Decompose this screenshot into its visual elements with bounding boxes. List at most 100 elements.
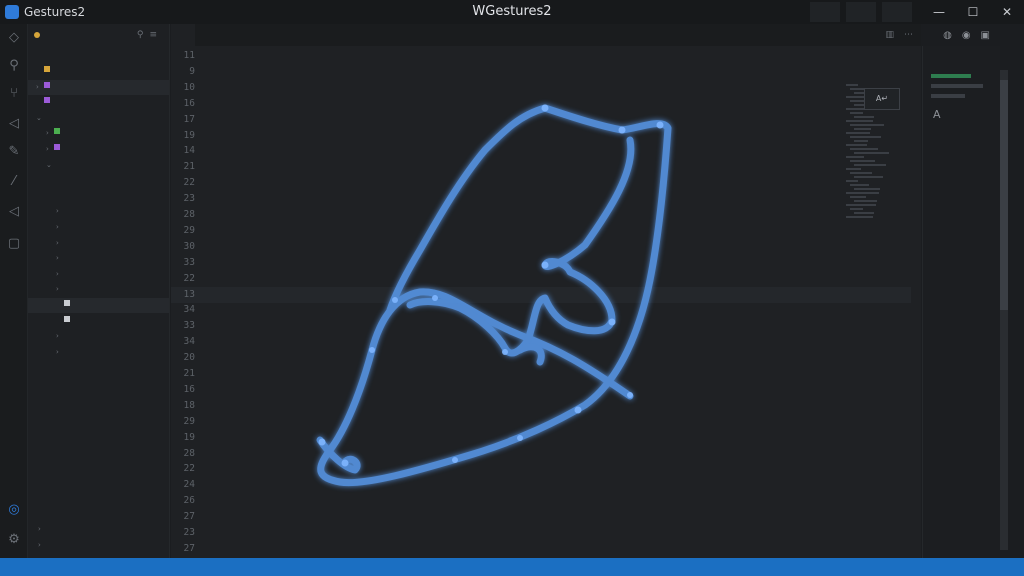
minimap-line — [846, 192, 879, 194]
code-line[interactable]: 19 — [171, 128, 911, 144]
panel-row[interactable] — [931, 74, 971, 78]
tree-item[interactable] — [28, 298, 169, 313]
copilot-icon[interactable]: ◉ — [962, 30, 971, 41]
tree-item[interactable]: › — [28, 126, 169, 141]
line-number: 10 — [183, 81, 195, 93]
tab-3[interactable] — [219, 24, 243, 46]
tree-item[interactable]: › — [28, 267, 169, 282]
code-line[interactable]: 34 — [171, 334, 911, 350]
code-editor[interactable]: 11 9 10 16 17 19 14 21 22 23 28 29 30 33 22 13 34 33 34 20 2… — [171, 46, 921, 558]
code-line[interactable]: 9 — [171, 64, 911, 80]
tree-item[interactable] — [28, 95, 169, 110]
panel-row[interactable] — [931, 84, 983, 88]
chevron-right-icon: › — [56, 285, 59, 294]
code-line[interactable]: 26 — [171, 493, 911, 509]
tree-item[interactable]: › — [28, 220, 169, 235]
tree-item[interactable]: ⌄ — [28, 111, 169, 126]
remote-icon[interactable]: ◁ — [6, 204, 22, 220]
tree-footer-item-2[interactable]: › — [28, 538, 169, 553]
tree-item[interactable] — [28, 173, 169, 188]
tree-item[interactable] — [28, 314, 169, 329]
folder-dot-icon — [34, 32, 40, 38]
title-tool-2[interactable] — [846, 2, 876, 22]
code-line[interactable]: 27 — [171, 509, 911, 525]
tree-item[interactable] — [28, 64, 169, 79]
code-line[interactable]: 33 — [171, 318, 911, 334]
tree-item[interactable]: › — [28, 282, 169, 297]
code-line[interactable]: 27 — [171, 541, 911, 557]
title-tool-3[interactable] — [882, 2, 912, 22]
code-line[interactable]: 10 — [171, 80, 911, 96]
code-line[interactable]: 34 — [171, 302, 911, 318]
code-line[interactable]: 14 — [171, 143, 911, 159]
code-line[interactable]: 29 — [171, 414, 911, 430]
source-control-icon[interactable]: ⑂ — [6, 86, 22, 102]
minimap-line — [854, 200, 877, 202]
tab-active[interactable] — [171, 24, 195, 46]
line-number: 22 — [183, 177, 195, 189]
code-line[interactable]: 28 — [171, 207, 911, 223]
account-icon[interactable]: ◎ — [6, 502, 22, 518]
code-line[interactable]: 16 — [171, 382, 911, 398]
tree-footer-item-1[interactable]: › — [28, 522, 169, 537]
editor-scrollbar[interactable] — [1000, 70, 1008, 550]
code-line[interactable]: 22 — [171, 271, 911, 287]
line-number: 26 — [183, 495, 195, 507]
tree-item[interactable]: › — [28, 142, 169, 157]
minimap-line — [850, 160, 875, 162]
find-widget[interactable]: A↵ — [864, 88, 900, 110]
tree-item[interactable]: › — [28, 204, 169, 219]
code-line[interactable]: 21 — [171, 159, 911, 175]
tree-item[interactable]: › — [28, 236, 169, 251]
maximize-button[interactable]: ☐ — [956, 0, 990, 24]
tab-2[interactable] — [195, 24, 219, 46]
code-line[interactable]: 28 — [171, 446, 911, 462]
chevron-right-icon: › — [56, 223, 59, 231]
tree-item[interactable] — [28, 189, 169, 204]
minimap-line — [846, 84, 858, 86]
extensions-icon[interactable]: ⁄ — [6, 174, 22, 190]
title-tool-1[interactable] — [810, 2, 840, 22]
tree-item[interactable] — [28, 360, 169, 375]
code-line[interactable]: 21 — [171, 366, 911, 382]
code-line[interactable]: 23 — [171, 191, 911, 207]
panel-icon[interactable]: ▢ — [6, 236, 22, 252]
minimap-line — [854, 116, 874, 118]
title-toolbar — [810, 0, 912, 24]
code-line[interactable]: 20 — [171, 350, 911, 366]
chevron-down-icon: ⌄ — [46, 160, 52, 169]
code-line[interactable]: 30 — [171, 239, 911, 255]
code-line[interactable]: 22 — [171, 461, 911, 477]
code-line[interactable]: 18 — [171, 398, 911, 414]
code-line[interactable]: 11 — [171, 48, 911, 64]
gear-icon[interactable]: ⚙ — [6, 532, 22, 548]
code-line[interactable]: 17 — [171, 112, 911, 128]
minimap-line — [846, 156, 864, 158]
code-line[interactable]: 24 — [171, 477, 911, 493]
explorer-tools-icon[interactable]: ⚲≡ — [137, 30, 163, 40]
bell-icon[interactable]: ◍ — [943, 30, 952, 41]
debug-icon[interactable]: ✎ — [6, 144, 22, 160]
scrollbar-thumb[interactable] — [1000, 80, 1008, 310]
tree-item[interactable]: ⌄ — [28, 158, 169, 173]
outline-panel: ◍ ◉ ▣ A — [922, 30, 1000, 558]
tree-item[interactable]: › — [28, 251, 169, 266]
tree-item[interactable]: › — [28, 79, 169, 95]
explorer-icon[interactable]: ◇ — [6, 30, 22, 46]
line-number: 27 — [183, 542, 195, 554]
tree-item[interactable]: › — [28, 345, 169, 360]
close-button[interactable]: ✕ — [990, 0, 1024, 24]
search-icon[interactable]: ⚲ — [6, 58, 22, 74]
minimize-button[interactable]: — — [922, 0, 956, 24]
code-line[interactable]: 19 — [171, 430, 911, 446]
code-line[interactable]: 29 — [171, 223, 911, 239]
code-line[interactable]: 22 — [171, 175, 911, 191]
run-icon[interactable]: ◁ — [6, 116, 22, 132]
tree-item[interactable]: › — [28, 329, 169, 344]
code-line[interactable]: 16 — [171, 96, 911, 112]
code-line[interactable]: 13 — [171, 286, 911, 303]
code-line[interactable]: 23 — [171, 525, 911, 541]
minimap-line — [846, 144, 867, 146]
layout-icon[interactable]: ▣ — [981, 30, 990, 41]
code-line[interactable]: 33 — [171, 255, 911, 271]
